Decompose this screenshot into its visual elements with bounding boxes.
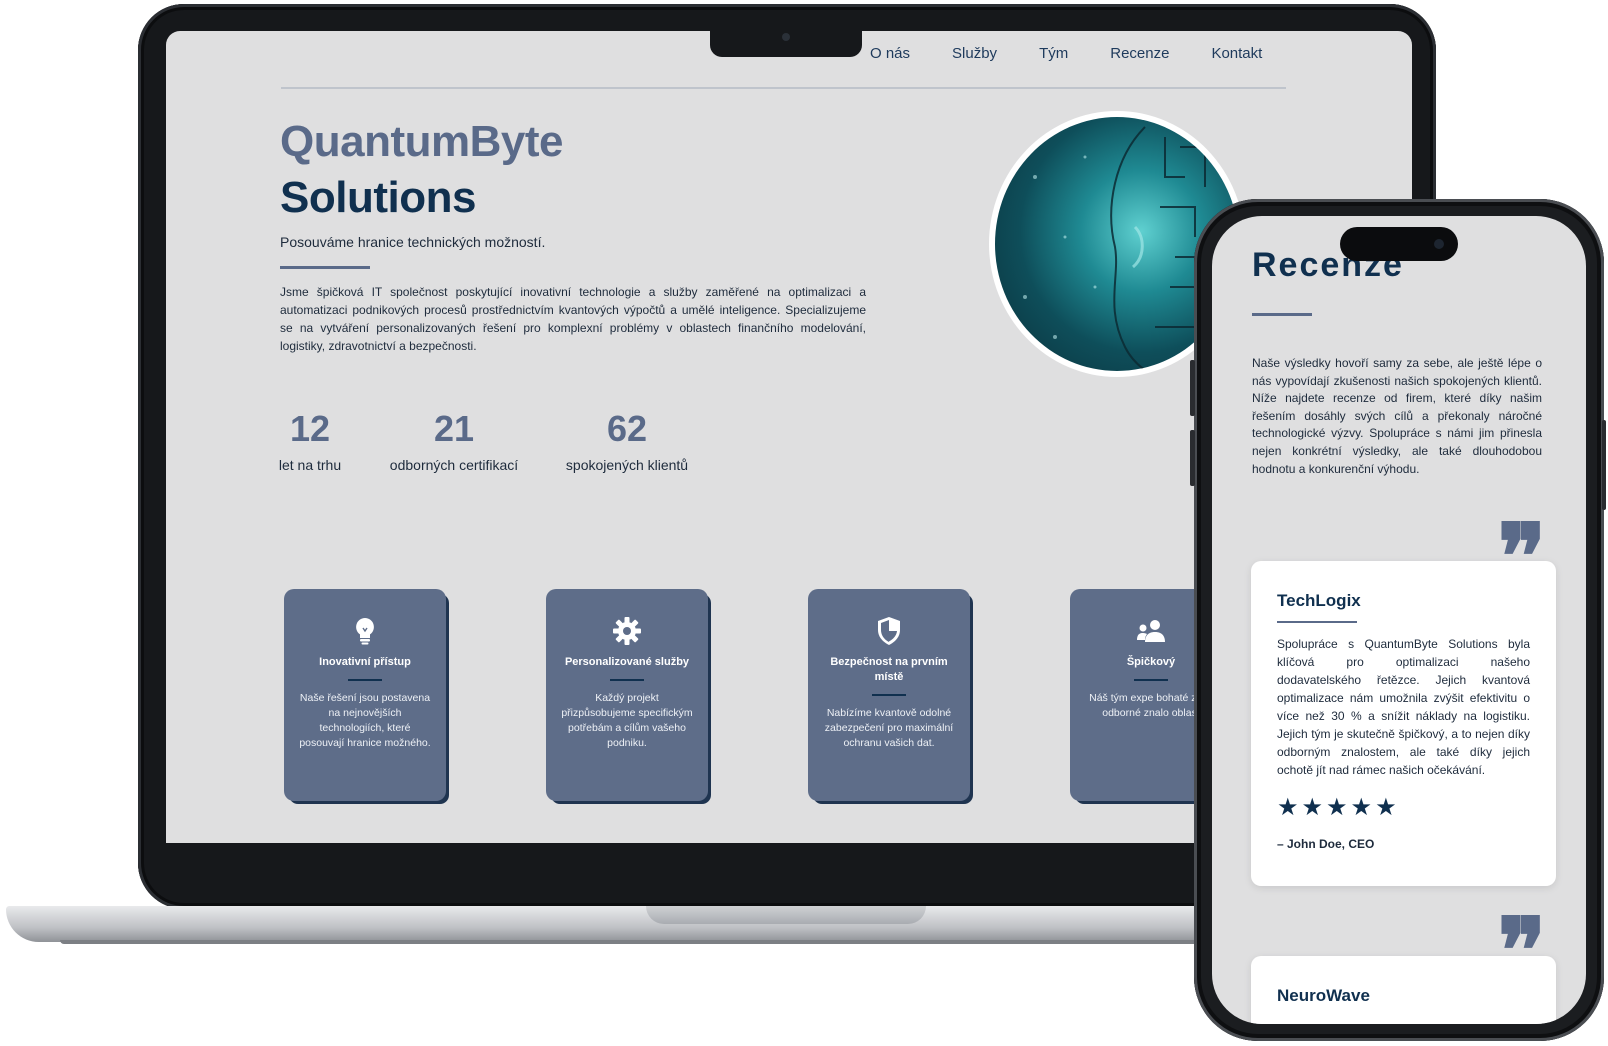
stat-label: odborných certifikací <box>389 457 519 473</box>
stat-label: spokojených klientů <box>565 457 689 473</box>
main-navigation: O nás Služby Tým Recenze Kontakt <box>870 45 1304 62</box>
hero-title-line1: QuantumByte <box>280 117 563 166</box>
star-rating: ★★★★★ <box>1277 793 1400 821</box>
feature-card: Bezpečnost na prvním místě Nabízíme kvan… <box>808 589 970 801</box>
lightbulb-icon <box>298 615 432 647</box>
feature-card-text: Nabízíme kvantově odolné zabezpečení pro… <box>824 707 954 749</box>
reviews-description: Naše výsledky hovoří samy za sebe, ale j… <box>1252 356 1542 476</box>
laptop-notch <box>710 27 862 57</box>
review-company: NeuroWave <box>1277 986 1370 1005</box>
feature-card-title: Personalizované služby <box>564 656 690 668</box>
shield-icon <box>822 615 956 647</box>
laptop-hinge <box>646 906 926 924</box>
quote-icon: ❞ <box>1497 898 1546 1004</box>
quote-icon: ❞ <box>1497 504 1546 610</box>
review-author: – John Doe, CEO <box>1277 837 1375 851</box>
feature-card-divider <box>348 679 382 681</box>
stat-certifications: 21 odborných certifikací <box>384 407 524 473</box>
feature-card: Personalizované služby Každý projekt při… <box>546 589 708 801</box>
feature-card-divider <box>872 694 906 696</box>
nav-link-o-nas[interactable]: O nás <box>870 45 910 62</box>
gear-icon <box>560 615 694 647</box>
feature-card-title: Bezpečnost na prvním místě <box>830 656 948 683</box>
nav-link-sluzby[interactable]: Služby <box>952 45 997 62</box>
stat-clients: 62 spokojených klientů <box>562 407 692 473</box>
review-text: Spolupráce s QuantumByte Solutions byla … <box>1277 637 1530 777</box>
feature-card-divider <box>1134 679 1168 681</box>
feature-card-text: Každý projekt přizpůsobujeme specifickým… <box>561 692 693 749</box>
phone-dynamic-island <box>1340 227 1458 261</box>
stat-label: let na trhu <box>278 457 342 473</box>
hero-title-line2: Solutions <box>280 173 476 222</box>
feature-card-title: Inovativní přístup <box>319 656 411 668</box>
hero-description: Jsme špičková IT společnost poskytující … <box>280 285 866 353</box>
mobile-website: Recenze Naše výsledky hovoří samy za seb… <box>1212 216 1586 1024</box>
nav-link-kontakt[interactable]: Kontakt <box>1211 45 1262 62</box>
phone-power-button <box>1602 420 1606 510</box>
reviews-title-underline <box>1252 313 1312 316</box>
hero-tagline: Posouváme hranice technických možností. <box>280 234 546 250</box>
nav-link-recenze[interactable]: Recenze <box>1110 45 1169 62</box>
review-divider <box>1277 621 1357 623</box>
hero-underline <box>280 266 370 269</box>
stat-years: 12 let na trhu <box>270 407 350 473</box>
camera-icon <box>782 33 790 41</box>
stat-number: 12 <box>289 408 331 449</box>
phone-volume-button <box>1190 360 1195 416</box>
feature-card: Inovativní přístup Naše řešení jsou post… <box>284 589 446 801</box>
nav-link-tym[interactable]: Tým <box>1039 45 1068 62</box>
camera-icon <box>1434 239 1444 249</box>
stat-number: 21 <box>433 408 475 449</box>
feature-card-text: Naše řešení jsou postavena na nejnovější… <box>299 692 431 749</box>
stat-number: 62 <box>606 408 648 449</box>
phone-volume-button <box>1190 430 1195 486</box>
nav-divider <box>281 87 1286 89</box>
review-company: TechLogix <box>1277 591 1361 610</box>
feature-card-divider <box>610 679 644 681</box>
